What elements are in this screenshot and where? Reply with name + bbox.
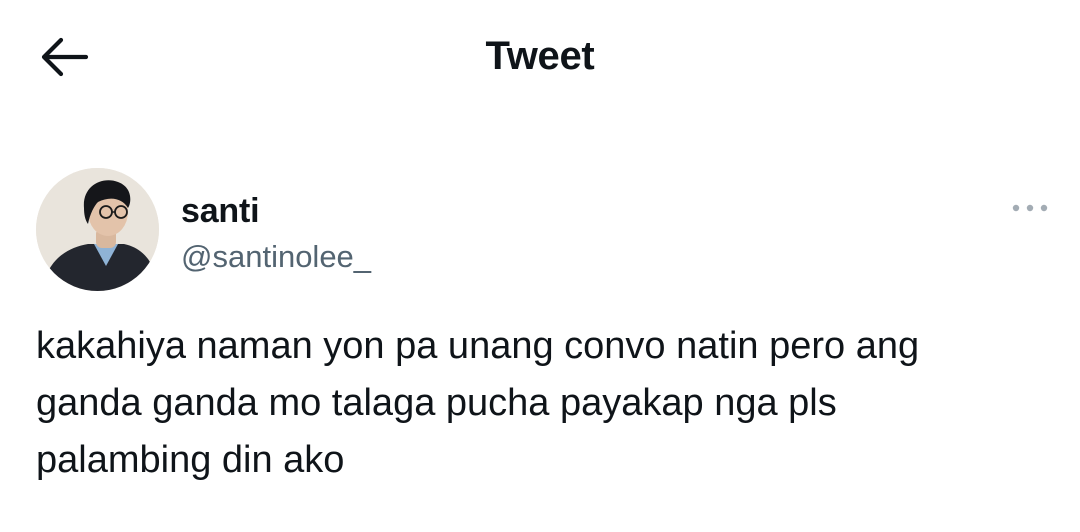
tweet-text: kakahiya naman yon pa unang convo natin … (36, 325, 920, 481)
tweet[interactable]: santi @santinolee_ kakahiya naman yon pa… (0, 150, 1080, 532)
top-bar: Tweet (0, 0, 1080, 112)
author-name[interactable]: santi (181, 192, 260, 231)
profile-photo (36, 168, 159, 291)
author-handle[interactable]: @santinolee_ (181, 239, 371, 275)
page-title: Tweet (485, 34, 595, 78)
more-options-button[interactable] (1008, 196, 1052, 220)
avatar[interactable] (36, 168, 159, 291)
more-horizontal-icon (1012, 204, 1048, 212)
